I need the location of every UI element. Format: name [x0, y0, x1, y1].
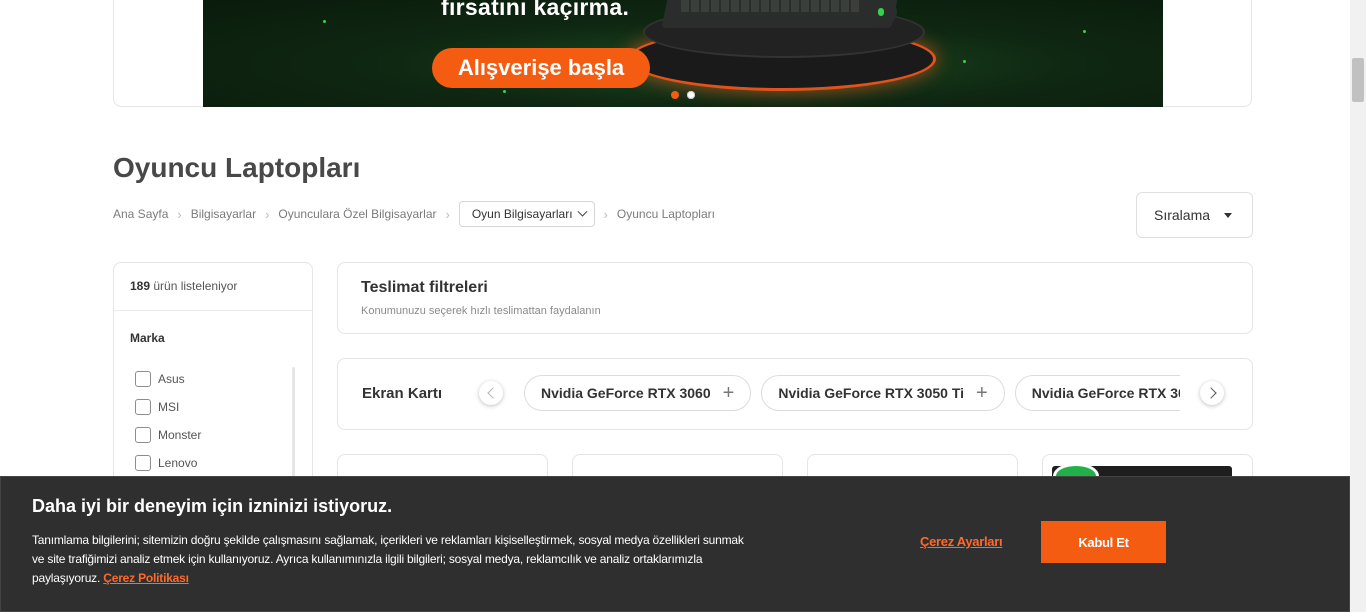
- breadcrumb-gaming-computers[interactable]: Oyunculara Özel Bilgisayarlar: [278, 207, 436, 221]
- brand-option[interactable]: Lenovo: [135, 454, 197, 472]
- chevron-right-icon: ›: [603, 206, 608, 222]
- breadcrumb-computers[interactable]: Bilgisayarlar: [191, 207, 256, 221]
- caret-down-icon: [1224, 212, 1233, 218]
- carousel-dot[interactable]: [687, 91, 695, 99]
- cookie-policy-link[interactable]: Çerez Politikası: [103, 571, 189, 585]
- carousel-dot-active[interactable]: [671, 91, 679, 99]
- gpu-filter-label: Ekran Kartı: [362, 385, 443, 402]
- keyboard-image: [681, 0, 861, 12]
- mouse-led: [878, 8, 884, 16]
- delivery-filter-card[interactable]: [337, 262, 1253, 334]
- page-title: Oyuncu Laptopları: [113, 152, 361, 183]
- breadcrumb-dropdown[interactable]: Oyun Bilgisayarları: [458, 201, 595, 227]
- chevron-right-icon: [1204, 387, 1217, 399]
- gpu-chip[interactable]: Nvidia GeForce RTX 3060 +: [524, 375, 752, 411]
- delivery-filter-title: Teslimat filtreleri: [361, 279, 488, 296]
- result-count: 189 ürün listeleniyor: [130, 279, 237, 293]
- cookie-title: Daha iyi bir deneyim için izninizi istiy…: [32, 496, 393, 516]
- sort-button[interactable]: Sıralama: [1136, 192, 1253, 238]
- brand-facet-title: Marka: [130, 331, 165, 345]
- checkbox[interactable]: [135, 371, 151, 387]
- sort-label: Sıralama: [1154, 207, 1211, 223]
- result-count-suffix: ürün listeleniyor: [153, 279, 238, 293]
- delivery-filter-subtitle: Konumunuzu seçerek hızlı teslimattan fay…: [361, 305, 601, 317]
- plus-icon: +: [722, 382, 735, 404]
- banner-sparkle: [963, 60, 966, 63]
- banner-sparkle: [503, 90, 506, 93]
- gpu-chip-label: Nvidia GeForce RTX 3060: [541, 385, 711, 401]
- chevron-right-icon: ›: [265, 206, 270, 222]
- brand-option[interactable]: MSI: [135, 398, 179, 416]
- gpu-chip[interactable]: Nvidia GeForce RTX 3070 +: [1014, 375, 1180, 411]
- chevron-down-icon: [577, 206, 587, 217]
- chevron-left-icon: [486, 387, 499, 399]
- brand-option-label: MSI: [158, 400, 180, 414]
- breadcrumb: Ana Sayfa › Bilgisayarlar › Oyunculara Ö…: [113, 201, 715, 227]
- banner-sparkle: [1083, 30, 1086, 33]
- divider: [114, 310, 312, 311]
- brand-option[interactable]: Asus: [135, 370, 185, 388]
- chevron-right-icon: ›: [177, 206, 182, 222]
- scroll-left-button[interactable]: [479, 381, 503, 405]
- cookie-text: Tanımlama bilgilerini; sitemizin doğru ş…: [32, 531, 752, 588]
- accept-cookies-button[interactable]: Kabul Et: [1041, 521, 1166, 563]
- breadcrumb-home[interactable]: Ana Sayfa: [113, 207, 168, 221]
- brand-option-label: Monster: [158, 428, 202, 442]
- checkbox[interactable]: [135, 427, 151, 443]
- banner-headline: fırsatını kaçırma.: [441, 0, 630, 20]
- gpu-chip[interactable]: Nvidia GeForce RTX 3050 Ti +: [761, 375, 1005, 411]
- gpu-chip-list: Nvidia GeForce RTX 3060 + Nvidia GeForce…: [524, 375, 1180, 413]
- brand-option[interactable]: Monster: [135, 426, 201, 444]
- checkbox[interactable]: [135, 455, 151, 471]
- cookie-settings-link[interactable]: Çerez Ayarları: [920, 534, 1003, 549]
- gpu-chip-label: Nvidia GeForce RTX 3070: [1031, 385, 1180, 401]
- scroll-right-button[interactable]: [1200, 381, 1224, 405]
- result-count-number: 189: [130, 279, 151, 293]
- promo-banner[interactable]: fırsatını kaçırma. Alışverişe başla: [203, 0, 1163, 107]
- breadcrumb-dropdown-label: Oyun Bilgisayarları: [471, 207, 573, 221]
- chevron-right-icon: ›: [445, 206, 450, 222]
- plus-icon: +: [976, 382, 988, 404]
- brand-option-label: Lenovo: [158, 456, 198, 470]
- page-scrollbar-thumb[interactable]: [1352, 58, 1364, 102]
- breadcrumb-current: Oyuncu Laptopları: [616, 207, 715, 221]
- checkbox[interactable]: [135, 399, 151, 415]
- brand-option-label: Asus: [158, 372, 185, 386]
- banner-sparkle: [323, 20, 326, 23]
- shop-now-button[interactable]: Alışverişe başla: [432, 48, 650, 88]
- gpu-chip-label: Nvidia GeForce RTX 3050 Ti: [778, 385, 965, 401]
